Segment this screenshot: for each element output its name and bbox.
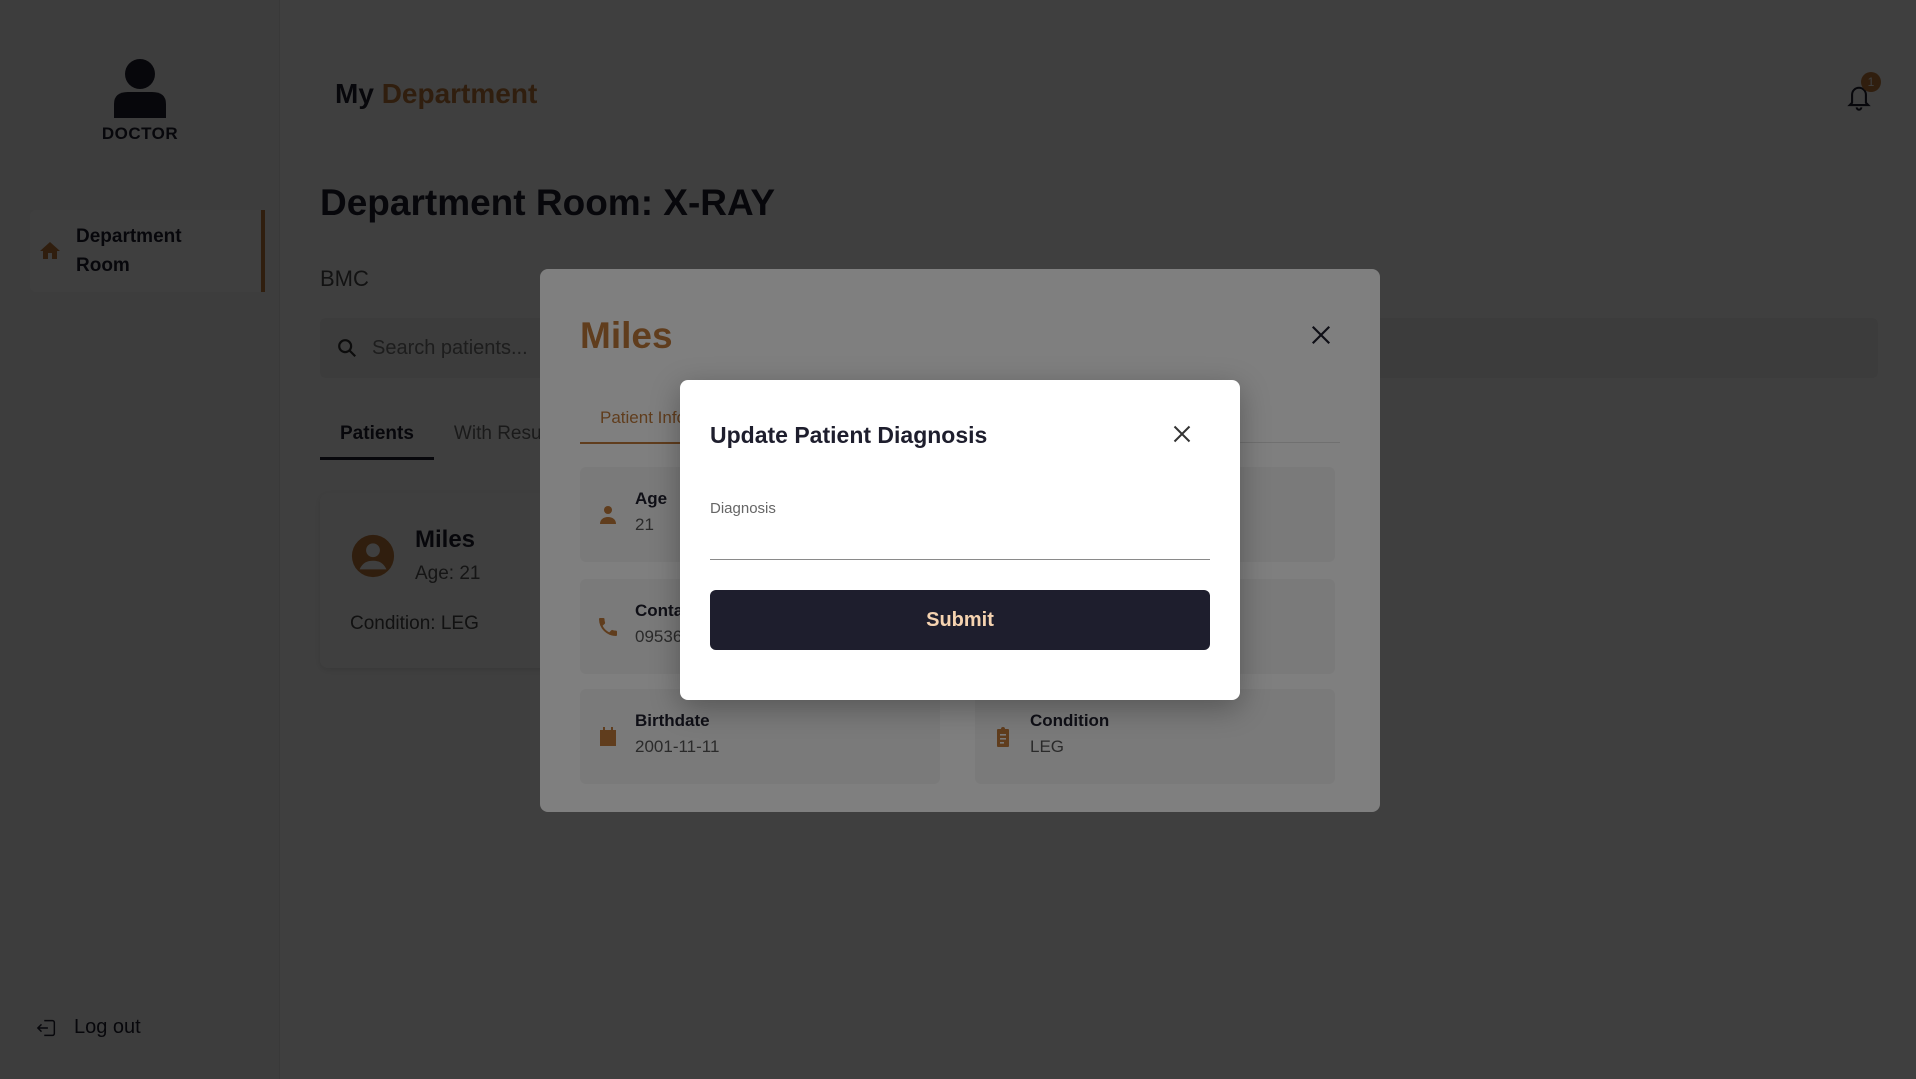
update-diagnosis-dialog: Update Patient Diagnosis Diagnosis Submi… (680, 380, 1240, 700)
diagnosis-label: Diagnosis (710, 500, 776, 517)
diagnosis-input[interactable] (710, 520, 1210, 560)
close-icon[interactable] (1172, 424, 1192, 444)
submit-button[interactable]: Submit (710, 590, 1210, 650)
dialog-title: Update Patient Diagnosis (710, 422, 988, 448)
